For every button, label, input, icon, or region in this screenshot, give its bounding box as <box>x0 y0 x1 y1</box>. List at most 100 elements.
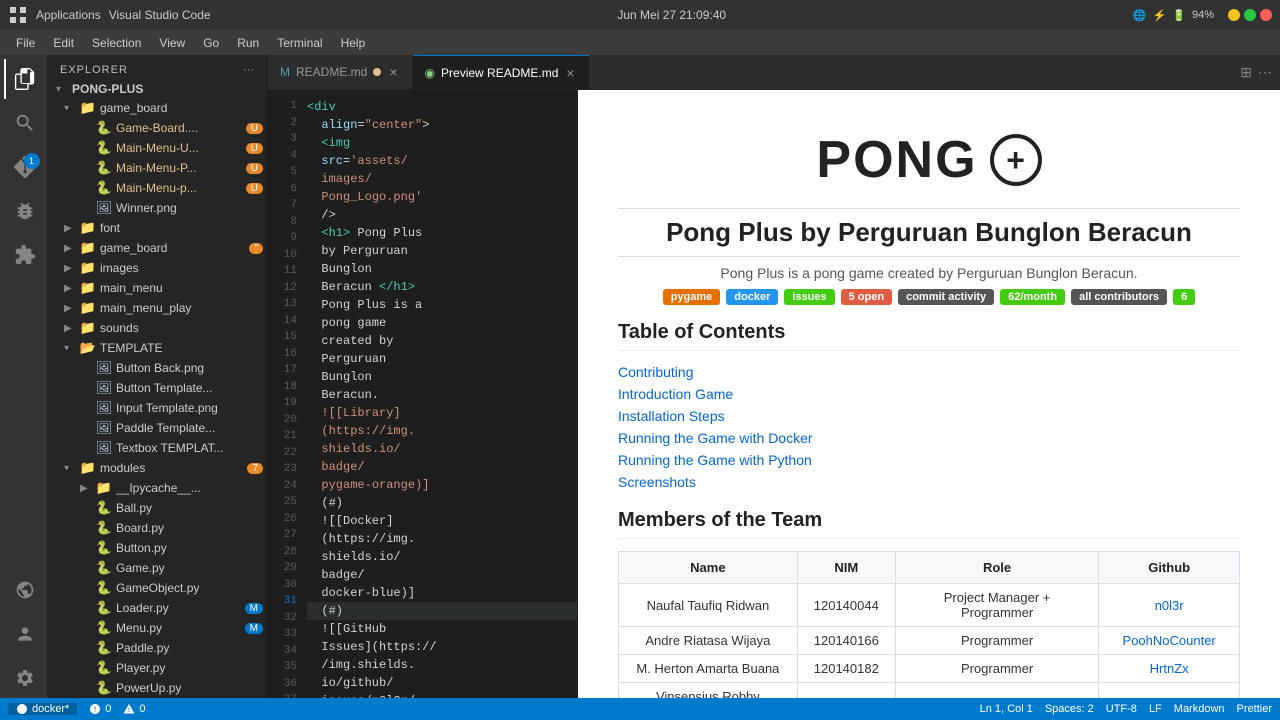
more-actions-icon[interactable]: ⋯ <box>1258 64 1272 81</box>
activitybar-search[interactable] <box>4 103 44 143</box>
tree-mod-menu[interactable]: 🐍 Menu.py M <box>48 618 267 638</box>
statusbar-language[interactable]: Markdown <box>1174 703 1225 715</box>
activitybar-git[interactable]: 1 <box>4 147 44 187</box>
tree-gameboard-file3[interactable]: 🐍 Main-Menu-P... U <box>48 158 267 178</box>
png-icon-gb5: 🖼 <box>96 200 112 216</box>
gb-file4-badge: U <box>246 183 263 194</box>
tree-mod-ball[interactable]: 🐍 Ball.py <box>48 498 267 518</box>
app-grid-icon[interactable] <box>8 5 28 25</box>
tree-tpl-textbox[interactable]: 🖼 Textbox TEMPLAT... <box>48 438 267 458</box>
topbar-editorname[interactable]: Visual Studio Code <box>109 8 211 22</box>
col-github: Github <box>1099 552 1240 584</box>
member-github[interactable]: n0l3r <box>1099 584 1240 627</box>
tree-modules[interactable]: ▾ 📁 modules 7 <box>48 458 267 478</box>
tree-gameboard[interactable]: ▾ 📁 game_board <box>48 98 267 118</box>
main-area: 1 EXPLORER ⋯ ▾ PONG-PLUS <box>0 55 1280 698</box>
preview-panel[interactable]: PONG + Pong Plus by Perguruan Bunglon Be… <box>578 90 1280 698</box>
folder-icon-mod: 📁 <box>80 460 96 476</box>
tree-sounds[interactable]: ▶ 📁 sounds <box>48 318 267 338</box>
tree-mod-board[interactable]: 🐍 Board.py <box>48 518 267 538</box>
tree-tpl-btn-tpl[interactable]: 🖼 Button Template... <box>48 378 267 398</box>
preview-inner: PONG + Pong Plus by Perguruan Bunglon Be… <box>578 90 1280 698</box>
toc-link-python[interactable]: Running the Game with Python <box>618 449 1240 471</box>
badge-contrib-val[interactable]: 6 <box>1173 289 1195 305</box>
badge-commit-val[interactable]: 62/month <box>1000 289 1065 305</box>
minimize-button[interactable] <box>1228 9 1240 21</box>
menu-go[interactable]: Go <box>195 34 227 52</box>
badge-commit[interactable]: commit activity <box>898 289 994 305</box>
activitybar-explorer[interactable] <box>4 59 44 99</box>
activitybar-remote[interactable] <box>4 570 44 610</box>
statusbar-remote[interactable]: docker* <box>8 703 77 715</box>
tree-tpl-input[interactable]: 🖼 Input Template.png <box>48 398 267 418</box>
close-button[interactable] <box>1260 9 1272 21</box>
tree-gameboard-file5[interactable]: 🖼 Winner.png <box>48 198 267 218</box>
py-icon-gameobj: 🐍 <box>96 580 112 596</box>
tree-mod-game[interactable]: 🐍 Game.py <box>48 558 267 578</box>
tree-images[interactable]: ▶ 📁 images <box>48 258 267 278</box>
menu-edit[interactable]: Edit <box>45 34 82 52</box>
toc-link-contributing[interactable]: Contributing <box>618 361 1240 383</box>
statusbar-encoding[interactable]: UTF-8 <box>1106 703 1137 715</box>
tree-gameboard-file4[interactable]: 🐍 Main-Menu-p... U <box>48 178 267 198</box>
tree-mod-powerup[interactable]: 🐍 PowerUp.py <box>48 678 267 698</box>
menu-selection[interactable]: Selection <box>84 34 149 52</box>
code-panel[interactable]: 12345 678910 1112131415 1617181920 21222… <box>268 90 578 698</box>
modules-badge: 7 <box>247 463 263 474</box>
badge-pygame[interactable]: pygame <box>663 289 721 305</box>
tab-preview-close[interactable]: × <box>564 64 576 82</box>
statusbar-warnings[interactable]: 0 <box>123 703 145 715</box>
tree-mainmenuplay[interactable]: ▶ 📁 main_menu_play <box>48 298 267 318</box>
tree-mod-button[interactable]: 🐍 Button.py <box>48 538 267 558</box>
member-github[interactable]: vinsenslusrobby15 <box>1099 683 1240 699</box>
tree-tpl-btn-back[interactable]: 🖼 Button Back.png <box>48 358 267 378</box>
tree-mod-gameobject[interactable]: 🐍 GameObject.py <box>48 578 267 598</box>
toc-link-screenshots[interactable]: Screenshots <box>618 471 1240 493</box>
statusbar-errors[interactable]: 0 <box>89 703 111 715</box>
menu-file[interactable]: File <box>8 34 43 52</box>
tree-font[interactable]: ▶ 📁 font <box>48 218 267 238</box>
tree-gameboard2[interactable]: ▶ 📁 game_board " <box>48 238 267 258</box>
sidebar-new-file[interactable]: ⋯ <box>243 63 255 76</box>
statusbar-spaces[interactable]: Spaces: 2 <box>1045 703 1094 715</box>
tree-mod-paddle[interactable]: 🐍 Paddle.py <box>48 638 267 658</box>
toc-link-intro[interactable]: Introduction Game <box>618 383 1240 405</box>
tree-mod-cache[interactable]: ▶ 📁 __Ipycache__... <box>48 478 267 498</box>
toc-link-docker[interactable]: Running the Game with Docker <box>618 427 1240 449</box>
statusbar-eol[interactable]: LF <box>1149 703 1162 715</box>
preview-title: Pong Plus by Perguruan Bunglon Beracun <box>618 217 1240 248</box>
statusbar-formatter[interactable]: Prettier <box>1237 703 1272 715</box>
tab-readme[interactable]: M README.md × <box>268 55 413 90</box>
tab-readme-close[interactable]: × <box>387 63 399 81</box>
folder-icon-cache: 📁 <box>96 480 112 496</box>
activitybar-settings[interactable] <box>4 658 44 698</box>
statusbar-ln-col[interactable]: Ln 1, Col 1 <box>980 703 1033 715</box>
member-github[interactable]: PoohNoCounter <box>1099 627 1240 655</box>
badge-issues[interactable]: issues <box>784 289 834 305</box>
tab-preview[interactable]: ◉ Preview README.md × <box>413 55 590 90</box>
tree-project-root[interactable]: ▾ PONG-PLUS <box>48 80 267 98</box>
menu-run[interactable]: Run <box>229 34 267 52</box>
tree-mod-player[interactable]: 🐍 Player.py <box>48 658 267 678</box>
badge-contrib[interactable]: all contributors <box>1071 289 1167 305</box>
topbar-appname[interactable]: Applications <box>36 8 101 22</box>
activitybar-debug[interactable] <box>4 191 44 231</box>
tree-tpl-paddle[interactable]: 🖼 Paddle Template... <box>48 418 267 438</box>
tree-template[interactable]: ▾ 📂 TEMPLATE <box>48 338 267 358</box>
menu-terminal[interactable]: Terminal <box>269 34 330 52</box>
tree-mainmenu[interactable]: ▶ 📁 main_menu <box>48 278 267 298</box>
tree-gameboard-file1[interactable]: 🐍 Game-Board.... U <box>48 118 267 138</box>
maximize-button[interactable] <box>1244 9 1256 21</box>
tree-gameboard-file2[interactable]: 🐍 Main-Menu-U... U <box>48 138 267 158</box>
menu-help[interactable]: Help <box>333 34 374 52</box>
activitybar-accounts[interactable] <box>4 614 44 654</box>
tree-mod-loader[interactable]: 🐍 Loader.py M <box>48 598 267 618</box>
activitybar-extensions[interactable] <box>4 235 44 275</box>
split-editor-icon[interactable]: ⊞ <box>1240 64 1252 81</box>
badge-docker[interactable]: docker <box>726 289 778 305</box>
member-github[interactable]: HrtnZx <box>1099 655 1240 683</box>
toc-link-install[interactable]: Installation Steps <box>618 405 1240 427</box>
menu-view[interactable]: View <box>151 34 193 52</box>
member-role: Programmer <box>895 655 1098 683</box>
badge-issues-open[interactable]: 5 open <box>841 289 892 305</box>
